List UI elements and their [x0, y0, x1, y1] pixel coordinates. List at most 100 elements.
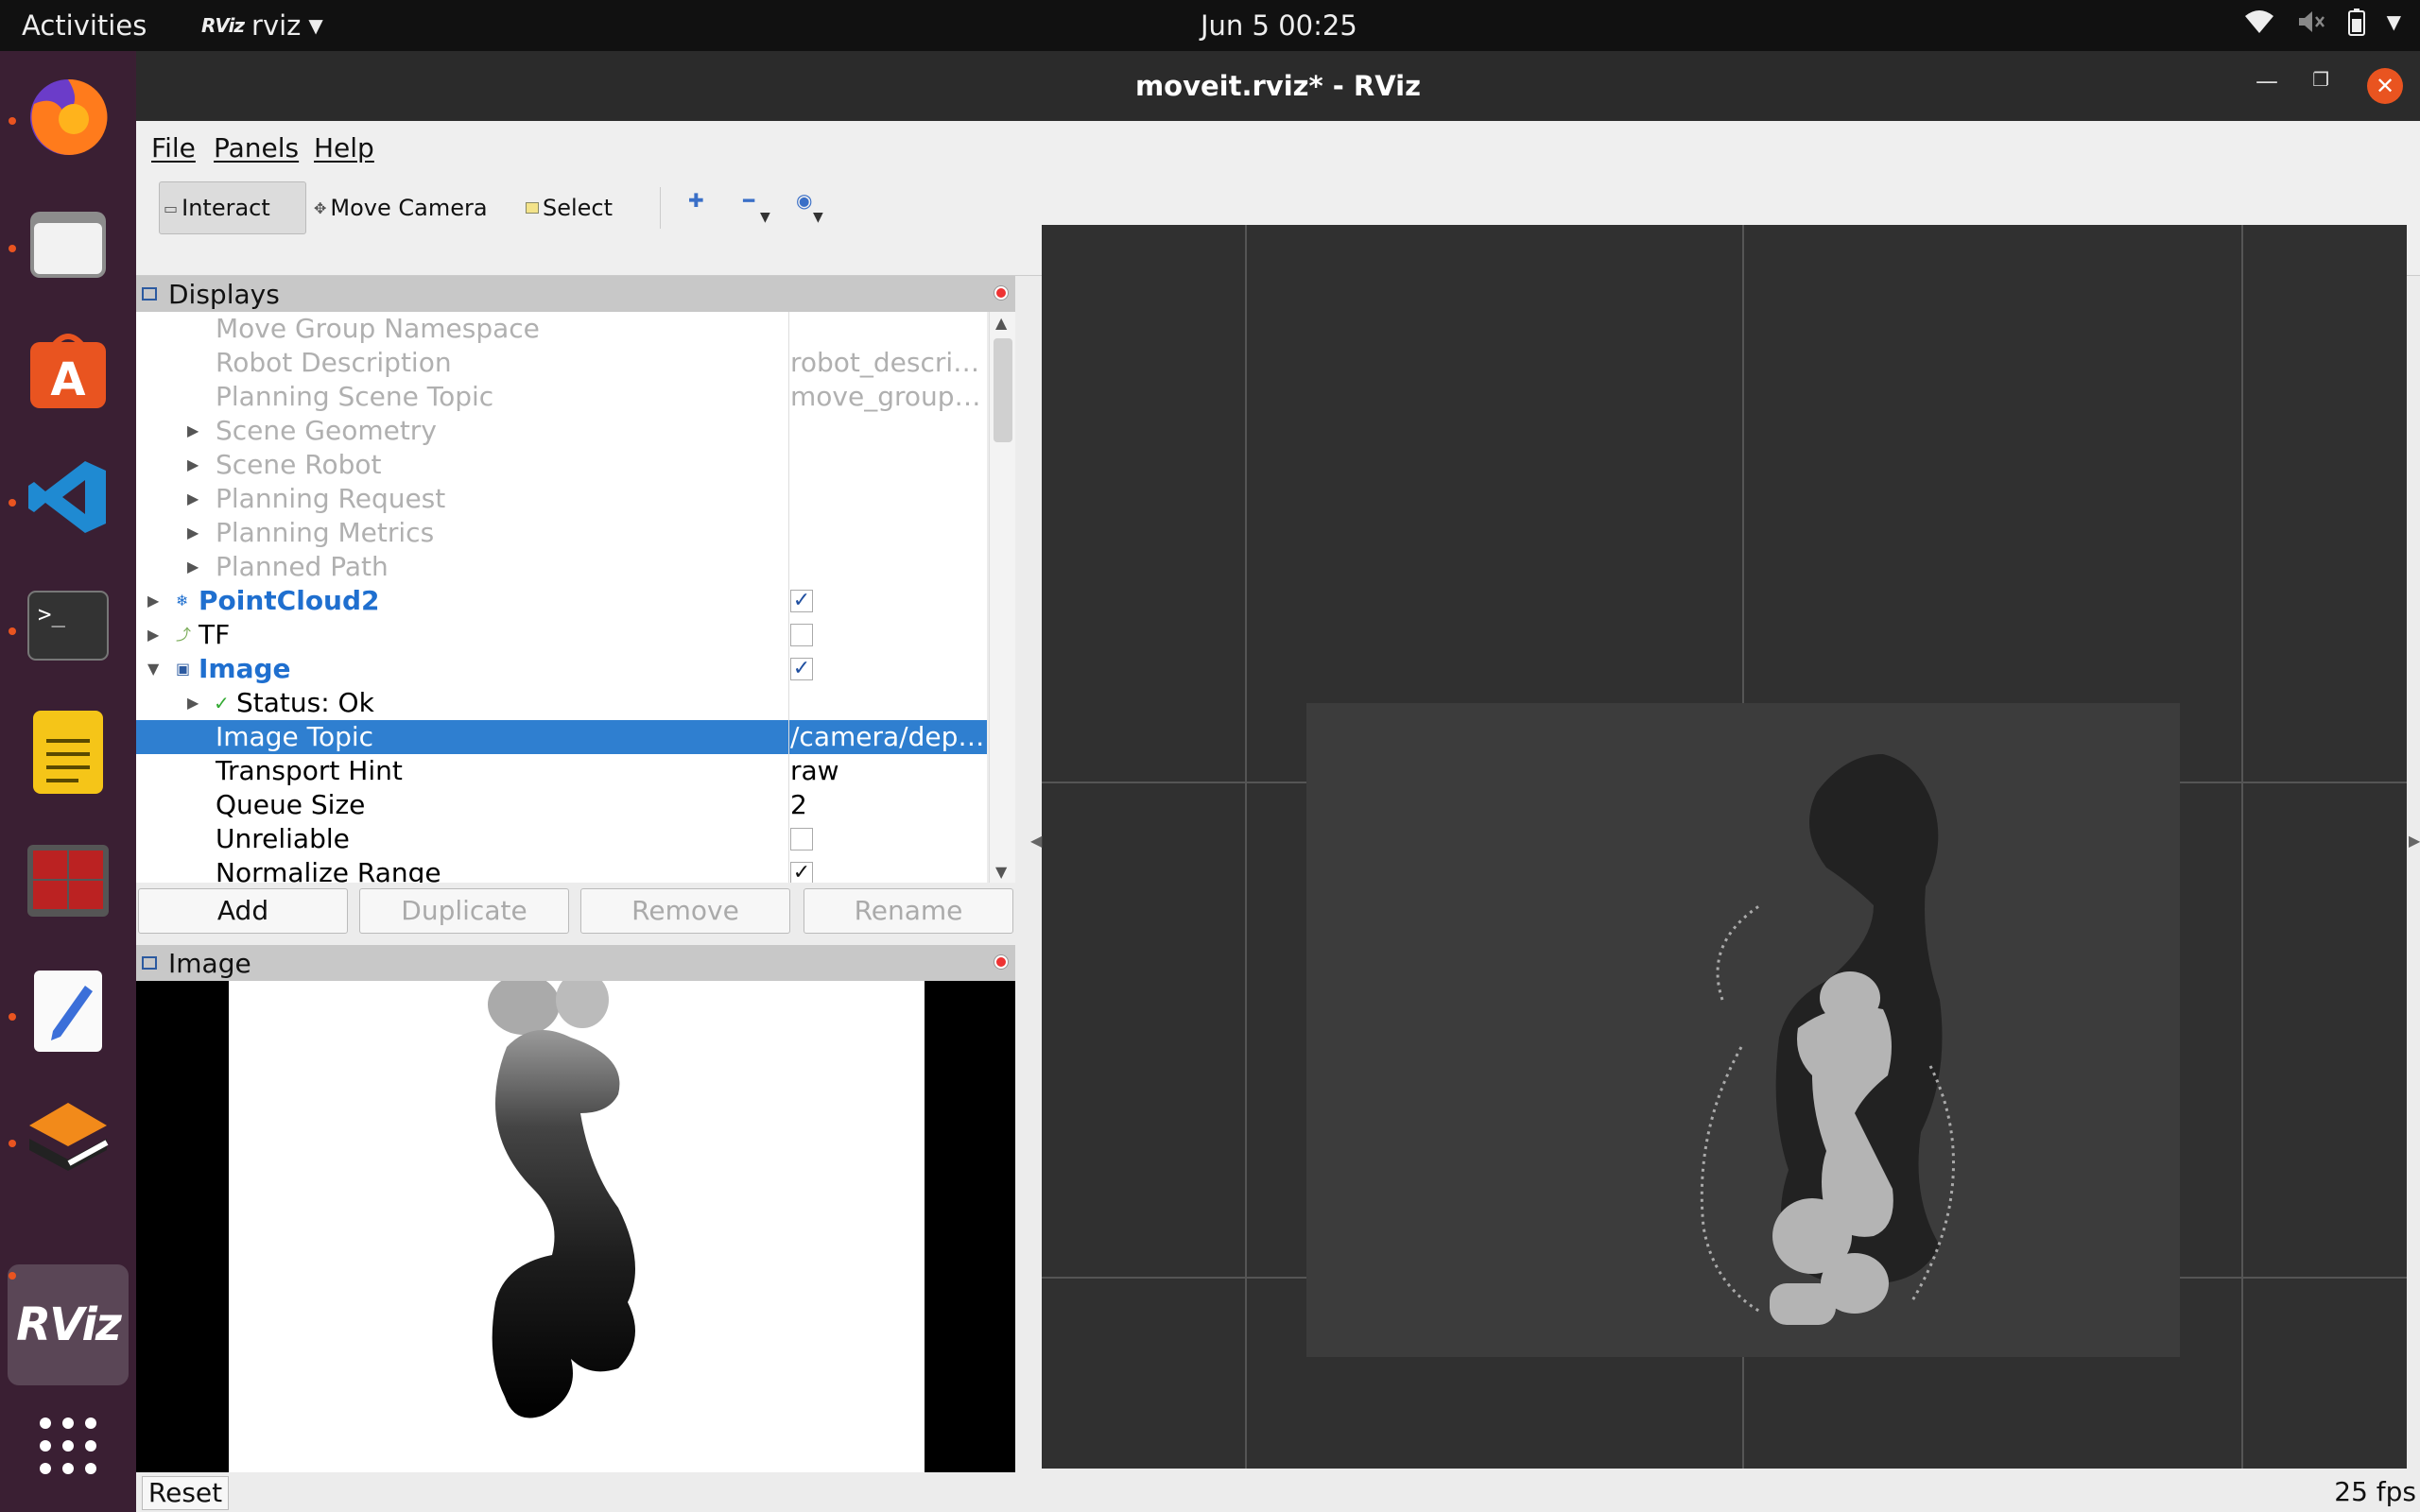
- image-panel-header[interactable]: Image: [136, 945, 1015, 981]
- dock-item-firefox[interactable]: [19, 68, 117, 166]
- tree-row[interactable]: Transport Hint raw: [136, 754, 987, 788]
- image-panel-title: Image: [168, 947, 251, 979]
- image-enabled-checkbox[interactable]: ✓: [790, 658, 813, 680]
- tree-row[interactable]: Unreliable: [136, 822, 987, 856]
- displays-tree[interactable]: Move Group Namespace Robot Description r…: [136, 312, 987, 883]
- close-panel-icon[interactable]: [994, 955, 1008, 969]
- interact-icon: ▭: [164, 198, 179, 217]
- property-label: Unreliable: [216, 823, 350, 854]
- expand-arrow-icon[interactable]: ▶: [187, 516, 199, 550]
- scroll-down-icon[interactable]: ▼: [995, 863, 1007, 881]
- remove-button[interactable]: Remove: [580, 888, 790, 934]
- restore-icon[interactable]: ❐: [2312, 68, 2329, 91]
- chevron-down-icon[interactable]: ▼: [760, 210, 770, 225]
- add-button[interactable]: Add: [138, 888, 348, 934]
- image-topic-value[interactable]: /camera/dep…: [790, 720, 985, 754]
- tree-row-image[interactable]: ▼ ▣ Image ✓: [136, 652, 987, 686]
- tree-row[interactable]: ▶ Planning Request: [136, 482, 987, 516]
- dock-item-gazebo[interactable]: [19, 1091, 117, 1189]
- expand-arrow-icon[interactable]: ▶: [147, 584, 159, 618]
- dock-item-terminal[interactable]: >_: [19, 576, 117, 675]
- show-apps-button[interactable]: [19, 1397, 117, 1495]
- move-camera-label: Move Camera: [330, 195, 488, 221]
- dock-item-software[interactable]: A: [19, 321, 117, 420]
- clock[interactable]: Jun 5 00:25: [1201, 9, 1357, 42]
- tree-row[interactable]: ▶ ✓ Status: Ok: [136, 686, 987, 720]
- minimize-icon[interactable]: —: [2256, 68, 2278, 94]
- tree-row[interactable]: Queue Size 2: [136, 788, 987, 822]
- normalize-range-checkbox[interactable]: ✓: [790, 862, 813, 883]
- tf-enabled-checkbox[interactable]: [790, 624, 813, 646]
- property-value[interactable]: 2: [790, 788, 985, 822]
- activities-button[interactable]: Activities: [22, 9, 147, 42]
- rename-button[interactable]: Rename: [804, 888, 1013, 934]
- depth-image-robot: [488, 981, 635, 1418]
- expand-arrow-icon[interactable]: ▶: [187, 550, 199, 584]
- property-value[interactable]: robot_descri…: [790, 346, 985, 380]
- 3d-render-view[interactable]: [1042, 225, 2407, 1469]
- app-menu[interactable]: RViz rviz ▼: [201, 9, 323, 42]
- rviz-app-icon: RViz: [201, 14, 245, 37]
- tree-row[interactable]: Planning Scene Topic move_group/…: [136, 380, 987, 414]
- displays-panel-header[interactable]: Displays: [136, 276, 1015, 312]
- gazebo-icon: [29, 1103, 109, 1171]
- tree-row[interactable]: Robot Description robot_descri…: [136, 346, 987, 380]
- menu-bar: File Panels Help: [136, 121, 2420, 168]
- expand-arrow-icon[interactable]: ▶: [187, 482, 199, 516]
- chevron-down-icon[interactable]: ▼: [813, 210, 823, 225]
- tree-row[interactable]: Normalize Range ✓: [136, 856, 987, 883]
- close-icon[interactable]: ✕: [2367, 68, 2403, 104]
- add-tool-icon[interactable]: ✚: [688, 189, 704, 212]
- reset-button[interactable]: Reset: [142, 1476, 229, 1510]
- expand-right-panel-icon[interactable]: ▶: [2409, 832, 2420, 850]
- tree-row-pointcloud2[interactable]: ▶ ❄ PointCloud2 ✓: [136, 584, 987, 618]
- select-icon: [526, 202, 539, 214]
- running-indicator: [9, 117, 16, 125]
- close-panel-icon[interactable]: [994, 286, 1008, 300]
- dock-item-notes[interactable]: [19, 703, 117, 801]
- move-camera-icon: ✥: [314, 198, 327, 217]
- tree-row[interactable]: ▶ Scene Robot: [136, 448, 987, 482]
- move-camera-tool[interactable]: ✥ Move Camera: [310, 181, 492, 234]
- pointcloud2-enabled-checkbox[interactable]: ✓: [790, 590, 813, 612]
- tree-row-tf[interactable]: ▶ ⤴ TF: [136, 618, 987, 652]
- scrollbar-thumb[interactable]: [994, 338, 1012, 442]
- tree-row[interactable]: Move Group Namespace: [136, 312, 987, 346]
- displays-buttons: Add Duplicate Remove Rename: [136, 888, 1015, 941]
- dock-item-vscode[interactable]: [19, 448, 117, 546]
- dock-item-files[interactable]: [19, 195, 117, 293]
- expand-arrow-icon[interactable]: ▶: [147, 618, 159, 652]
- system-tray[interactable]: ▼: [2243, 8, 2401, 36]
- menu-file[interactable]: File: [151, 132, 196, 163]
- dock-item-text-editor[interactable]: [19, 962, 117, 1060]
- dock-item-rviz[interactable]: RViz: [16, 1276, 122, 1374]
- property-value[interactable]: raw: [790, 754, 985, 788]
- image-view[interactable]: [136, 981, 1015, 1472]
- expand-arrow-icon[interactable]: ▶: [187, 448, 199, 482]
- menu-panels[interactable]: Panels: [214, 132, 299, 163]
- dock-item-terminator[interactable]: [19, 832, 117, 930]
- property-value[interactable]: move_group/…: [790, 380, 985, 414]
- battery-icon: [2347, 9, 2365, 36]
- dock: A >_ RViz: [0, 51, 136, 1512]
- status-ok-icon: ✓: [214, 692, 230, 714]
- collapse-left-panel-icon[interactable]: ◀: [1030, 832, 1042, 850]
- interact-tool[interactable]: ▭ Interact: [159, 181, 306, 234]
- expand-arrow-icon[interactable]: ▶: [187, 414, 199, 448]
- scroll-up-icon[interactable]: ▲: [995, 314, 1007, 332]
- tree-row[interactable]: ▶ Planning Metrics: [136, 516, 987, 550]
- tree-row[interactable]: ▶ Scene Geometry: [136, 414, 987, 448]
- displays-scrollbar[interactable]: ▲ ▼: [989, 312, 1015, 883]
- tree-row[interactable]: ▶ Planned Path: [136, 550, 987, 584]
- duplicate-button[interactable]: Duplicate: [359, 888, 569, 934]
- collapse-arrow-icon[interactable]: ▼: [147, 652, 159, 686]
- unreliable-checkbox[interactable]: [790, 828, 813, 850]
- title-bar[interactable]: moveit.rviz* - RViz — ❐ ✕: [136, 51, 2420, 121]
- tree-row-selected[interactable]: Image Topic /camera/dep…: [136, 720, 987, 754]
- remove-tool-icon[interactable]: ━: [743, 189, 754, 212]
- select-tool[interactable]: Select: [522, 181, 616, 234]
- expand-arrow-icon[interactable]: ▶: [187, 686, 199, 720]
- tool-properties-icon[interactable]: ◉: [796, 189, 812, 212]
- menu-help[interactable]: Help: [314, 132, 374, 163]
- volume-muted-icon: [2298, 11, 2325, 32]
